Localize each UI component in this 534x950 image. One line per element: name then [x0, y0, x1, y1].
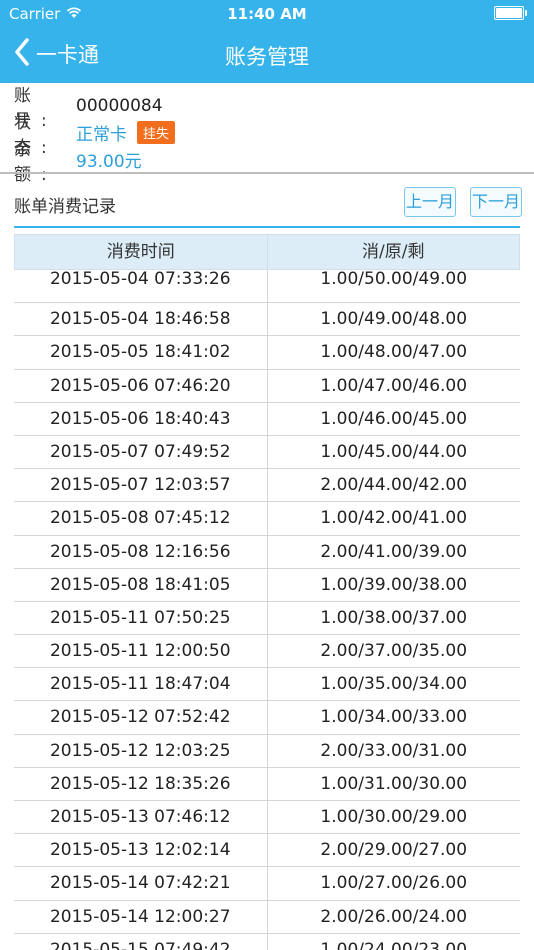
card-status-value: 正常卡: [76, 125, 127, 145]
battery-icon: [494, 6, 527, 20]
amounts-cell: 2.00/44.00/42.00: [320, 475, 468, 496]
consumption-time-cell: 2015-05-07 12:03:57: [14, 469, 268, 502]
consumption-time-cell: 2015-05-06 07:46:20: [14, 369, 268, 402]
consumption-table: 消费时间 消/原/剩 2015-05-04 07:33:26 1.00/50.00…: [14, 234, 520, 950]
consumption-time-cell: 2015-05-11 12:00:50: [14, 635, 268, 668]
account-number-row: 账 号: 00000084: [14, 86, 524, 131]
table-row: 2015-05-06 18:40:43 1.00/46.00/45.00: [14, 402, 520, 436]
amounts-cell: 2.00/37.00/35.00: [320, 641, 468, 662]
table-row: 2015-05-08 18:41:05 1.00/39.00/38.00: [14, 568, 520, 602]
amounts-cell: 1.00/42.00/41.00: [320, 508, 468, 529]
amounts-cell: 1.00/49.00/48.00: [320, 309, 468, 330]
table-row: 2015-05-07 07:49:52 1.00/45.00/44.00: [14, 435, 520, 470]
account-number-value: 00000084: [76, 95, 163, 116]
table-row: 2015-05-04 18:46:58 1.00/49.00/48.00: [14, 303, 520, 337]
table-row: 2015-05-14 12:00:27 2.00/26.00/24.00: [14, 900, 520, 934]
balance-label: 余 额:: [14, 139, 57, 185]
table-row: 2015-05-11 18:47:04 1.00/35.00/34.00: [14, 668, 520, 702]
amounts-cell: 1.00/34.00/33.00: [320, 707, 468, 728]
amounts-cell: 1.00/47.00/46.00: [320, 375, 468, 396]
column-header-amounts: 消/原/剩: [362, 242, 425, 262]
table-row: 2015-05-13 12:02:14 2.00/29.00/27.00: [14, 834, 520, 868]
table-row: 2015-05-12 07:52:42 1.00/34.00/33.00: [14, 701, 520, 735]
records-header: 账单消费记录 上一月 下一月: [14, 187, 522, 227]
section-divider: [0, 172, 534, 174]
consumption-time-cell: 2015-05-12 07:52:42: [14, 701, 268, 734]
table-row: 2015-05-13 07:46:12 1.00/30.00/29.00: [14, 801, 520, 835]
table-row: 2015-05-08 07:45:12 1.00/42.00/41.00: [14, 502, 520, 536]
consumption-time-cell: 2015-05-08 12:16:56: [14, 535, 268, 568]
card-status-row: 状 态: 正常卡 挂失: [14, 113, 524, 158]
amounts-cell: 2.00/29.00/27.00: [320, 840, 468, 861]
balance-row: 余 额: 93.00元: [14, 140, 524, 185]
amounts-cell: 2.00/41.00/39.00: [320, 541, 468, 562]
column-header-time: 消费时间: [15, 235, 268, 269]
table-row: 2015-05-11 12:00:50 2.00/37.00/35.00: [14, 635, 520, 669]
balance-value: 93.00元: [76, 152, 142, 172]
table-header: 消费时间 消/原/剩: [14, 234, 520, 270]
amounts-cell: 1.00/39.00/38.00: [320, 574, 468, 595]
consumption-time-cell: 2015-05-11 07:50:25: [14, 601, 268, 635]
table-row: 2015-05-11 07:50:25 1.00/38.00/37.00: [14, 601, 520, 636]
consumption-time-cell: 2015-05-13 12:02:14: [14, 834, 268, 867]
consumption-time-cell: 2015-05-12 12:03:25: [14, 734, 268, 767]
consumption-time-cell: 2015-05-04 18:46:58: [14, 303, 268, 336]
consumption-time-cell: 2015-05-08 18:41:05: [14, 568, 268, 601]
amounts-cell: 1.00/30.00/29.00: [320, 807, 468, 827]
amounts-cell: 1.00/45.00/44.00: [320, 441, 468, 462]
table-body[interactable]: 2015-05-04 07:33:26 1.00/50.00/49.00 2015-…: [14, 270, 520, 950]
consumption-time-cell: 2015-05-14 07:42:21: [14, 867, 268, 900]
amounts-cell: 1.00/31.00/30.00: [320, 773, 468, 794]
consumption-time-cell: 2015-05-06 18:40:43: [14, 402, 268, 435]
account-info: 账 号: 00000084 状 态: 正常卡 挂失 余 额: 93.00元: [14, 86, 524, 185]
consumption-time-cell: 2015-05-15 07:49:42: [14, 933, 268, 950]
navigation-bar: 一卡通 账务管理: [0, 28, 534, 83]
amounts-cell: 1.00/27.00/26.00: [320, 873, 468, 894]
amounts-cell: 1.00/38.00/37.00: [320, 607, 468, 628]
report-loss-button[interactable]: 挂失: [137, 121, 176, 144]
amounts-cell: 2.00/33.00/31.00: [320, 740, 468, 761]
amounts-cell: 1.00/24.00/23.00: [320, 939, 468, 950]
table-row: 2015-05-14 07:42:21 1.00/27.00/26.00: [14, 867, 520, 901]
previous-month-button[interactable]: 上一月: [404, 187, 456, 217]
amounts-cell: 2.00/26.00/24.00: [320, 906, 468, 927]
top-bar: Carrier 11:40 AM 一卡通 账务管理: [0, 0, 534, 83]
table-row: 2015-05-12 12:03:25 2.00/33.00/31.00: [14, 734, 520, 768]
consumption-time-cell: 2015-05-04 07:33:26: [14, 270, 268, 303]
table-row: 2015-05-08 12:16:56 2.00/41.00/39.00: [14, 535, 520, 569]
records-title: 账单消费记录: [14, 197, 116, 217]
consumption-time-cell: 2015-05-14 12:00:27: [14, 900, 268, 933]
consumption-time-cell: 2015-05-05 18:41:02: [14, 336, 268, 369]
consumption-time-cell: 2015-05-07 07:49:52: [14, 435, 268, 469]
table-row: 2015-05-15 07:49:42 1.00/24.00/23.00: [14, 933, 520, 950]
next-month-button[interactable]: 下一月: [470, 187, 522, 217]
table-row: 2015-05-12 18:35:26 1.00/31.00/30.00: [14, 767, 520, 801]
table-row: 2015-05-04 07:33:26 1.00/50.00/49.00: [14, 270, 520, 304]
amounts-cell: 1.00/48.00/47.00: [320, 342, 468, 363]
status-bar: Carrier 11:40 AM: [0, 0, 534, 28]
status-time: 11:40 AM: [227, 5, 307, 23]
amounts-cell: 1.00/50.00/49.00: [320, 270, 468, 289]
page-title: 账务管理: [225, 45, 309, 69]
amounts-cell: 1.00/35.00/34.00: [320, 674, 468, 695]
consumption-time-cell: 2015-05-13 07:46:12: [14, 801, 268, 834]
table-row: 2015-05-06 07:46:20 1.00/47.00/46.00: [14, 369, 520, 403]
records-header-underline: [14, 226, 520, 228]
battery-indicator: [494, 6, 527, 20]
consumption-time-cell: 2015-05-11 18:47:04: [14, 668, 268, 701]
table-row: 2015-05-07 12:03:57 2.00/44.00/42.00: [14, 469, 520, 503]
amounts-cell: 1.00/46.00/45.00: [320, 408, 468, 429]
consumption-time-cell: 2015-05-08 07:45:12: [14, 502, 268, 535]
consumption-time-cell: 2015-05-12 18:35:26: [14, 767, 268, 800]
table-row: 2015-05-05 18:41:02 1.00/48.00/47.00: [14, 336, 520, 370]
